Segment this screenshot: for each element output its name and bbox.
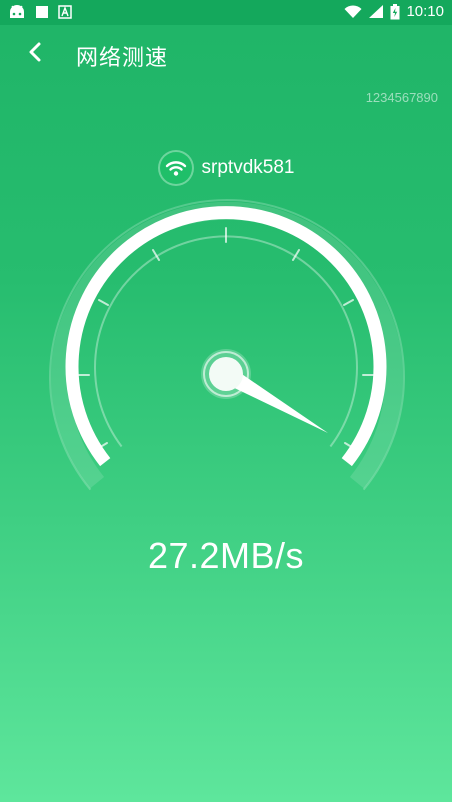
status-bar-left <box>8 4 72 20</box>
status-time: 10:10 <box>406 3 444 20</box>
status-bar: 10:10 <box>0 0 452 25</box>
android-icon <box>10 5 24 18</box>
a-notification-icon <box>58 5 72 19</box>
gauge-inner-ring <box>94 235 358 448</box>
square-notification-icon <box>36 6 48 18</box>
back-button[interactable] <box>18 35 52 69</box>
device-id: 1234567890 <box>365 90 438 105</box>
wifi-icon <box>344 4 362 18</box>
page-title: 网络测速 <box>76 45 169 70</box>
chevron-left-icon <box>29 42 41 62</box>
speed-value: 27.2MB/s <box>147 535 305 576</box>
gauge-hub <box>209 357 243 391</box>
status-bar-right: 10:10 <box>344 3 444 20</box>
gauge-glow-band <box>51 201 403 489</box>
network-info: srptvdk581 <box>0 150 452 186</box>
battery-icon <box>390 3 400 19</box>
signal-icon <box>369 5 384 18</box>
speed-gauge <box>49 199 405 491</box>
network-ssid: srptvdk581 <box>201 157 295 178</box>
gauge-tick <box>343 299 354 306</box>
app-bar: 网络测速 <box>0 25 452 83</box>
wifi-badge <box>157 150 194 186</box>
gauge-main-arc <box>65 206 387 467</box>
wifi-icon <box>165 161 186 176</box>
gauge-tick <box>98 299 109 306</box>
